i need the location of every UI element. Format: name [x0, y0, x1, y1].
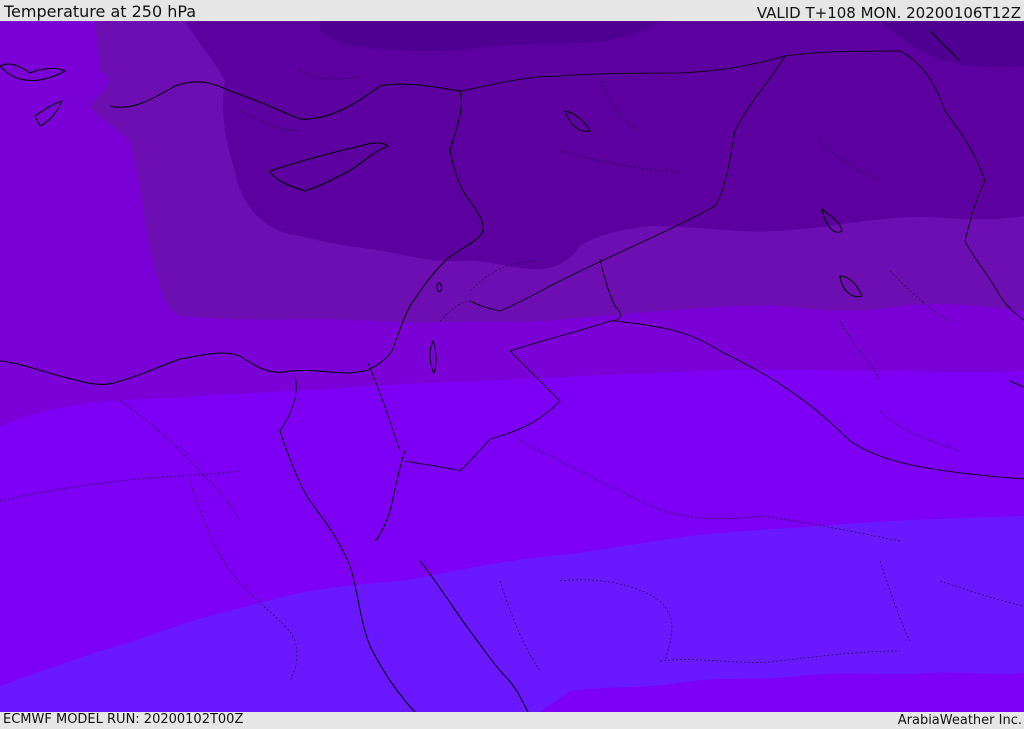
credit-label: ArabiaWeather Inc.: [897, 713, 1022, 728]
map-canvas: [0, 21, 1024, 712]
temperature-map: [0, 21, 1024, 712]
map-title: Temperature at 250 hPa: [4, 2, 197, 21]
valid-time-label: VALID T+108 MON. 20200106T12Z: [756, 4, 1021, 22]
header-bar: Temperature at 250 hPa VALID T+108 MON. …: [0, 0, 1024, 22]
model-run-label: ECMWF MODEL RUN: 20200102T00Z: [3, 712, 244, 727]
footer-bar: ECMWF MODEL RUN: 20200102T00Z ArabiaWeat…: [0, 712, 1024, 729]
